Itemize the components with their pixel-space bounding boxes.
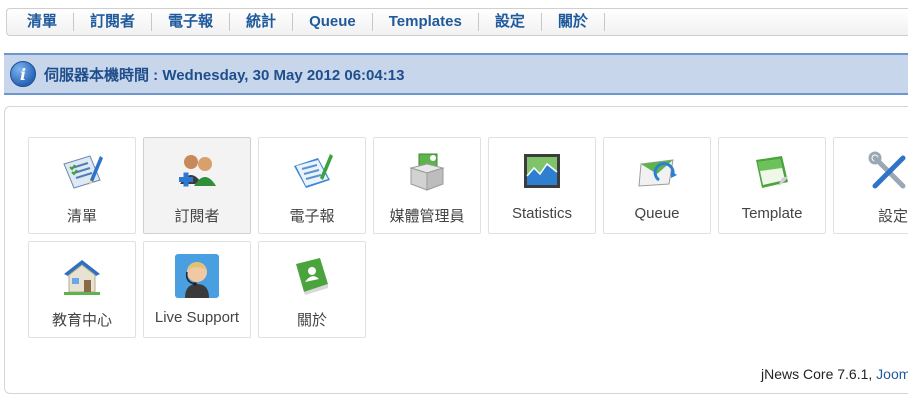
statistics-icon [524, 154, 560, 188]
tile-label: 訂閱者 [174, 208, 220, 225]
nav-item-subscribers[interactable]: 訂閱者 [74, 13, 153, 31]
nav-item-settings[interactable]: 設定 [479, 13, 542, 31]
tile-label: 媒體管理員 [389, 208, 465, 225]
tile-label: 關於 [296, 312, 327, 329]
nav-item-templates[interactable]: Templates [373, 13, 479, 31]
nav-item-statistics[interactable]: 統計 [230, 13, 294, 31]
tile-template[interactable]: Template [718, 137, 826, 234]
tile-lists[interactable]: 清單 [28, 137, 136, 234]
info-icon: i [10, 61, 36, 87]
support-agent-icon [175, 254, 219, 298]
house-icon [64, 260, 100, 295]
tile-live-support[interactable]: Live Support [143, 241, 251, 338]
tile-label: 教育中心 [51, 312, 112, 329]
top-nav: 清單 訂閱者 電子報 統計 Queue Templates 設定 關於 [6, 8, 908, 36]
tile-statistics[interactable]: Statistics [488, 137, 596, 234]
newsletter-icon [294, 154, 333, 188]
tile-about[interactable]: 關於 [258, 241, 366, 338]
subscribers-icon [179, 155, 216, 187]
server-time-text: 伺服器本機時間 : Wednesday, 30 May 2012 06:04:1… [44, 66, 405, 84]
tile-queue[interactable]: Queue [603, 137, 711, 234]
settings-tools-icon [868, 151, 906, 189]
nav-item-queue[interactable]: Queue [293, 13, 373, 31]
nav-item-about[interactable]: 關於 [542, 13, 605, 31]
tile-label: Live Support [154, 309, 240, 326]
tile-media-manager[interactable]: 媒體管理員 [373, 137, 481, 234]
template-icon [756, 156, 788, 188]
queue-icon [638, 159, 677, 187]
version-footer: jNews Core 7.6.1, Joom [761, 366, 908, 382]
tile-settings[interactable]: 設定 [833, 137, 908, 234]
control-panel: 清單 訂閱者 電子報 媒體管理員 Statistics Queue Templa… [4, 106, 908, 394]
tile-label: Queue [634, 205, 680, 222]
server-time-bar: i 伺服器本機時間 : Wednesday, 30 May 2012 06:04… [4, 53, 908, 95]
tile-education-center[interactable]: 教育中心 [28, 241, 136, 338]
tile-label: Statistics [511, 205, 572, 222]
tile-label: 電子報 [289, 208, 335, 225]
list-icon [63, 155, 103, 189]
about-book-icon [296, 258, 328, 295]
tile-subscribers[interactable]: 訂閱者 [143, 137, 251, 234]
tile-label: 清單 [66, 208, 97, 225]
tile-label: 設定 [877, 208, 908, 225]
tile-label: Template [741, 205, 803, 222]
nav-item-lists[interactable]: 清單 [7, 13, 75, 31]
media-manager-icon [409, 153, 445, 191]
version-text: jNews Core 7.6.1, [761, 366, 873, 382]
nav-item-newsletters[interactable]: 電子報 [152, 13, 231, 31]
joomla-link[interactable]: Joom [876, 366, 908, 382]
tile-newsletters[interactable]: 電子報 [258, 137, 366, 234]
